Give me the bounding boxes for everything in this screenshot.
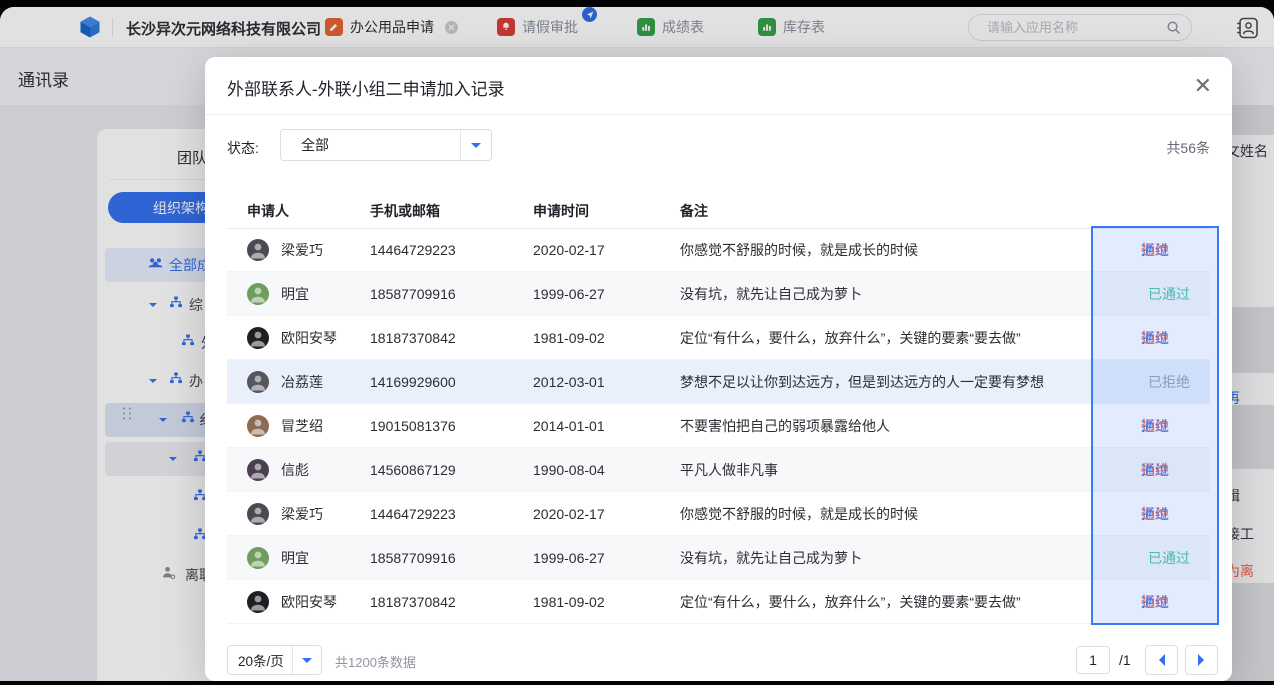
apply-date: 2012-03-01 — [533, 374, 605, 390]
actions-cell: 通过拒绝 — [1093, 404, 1217, 448]
note-text: 定位“有什么，要什么，放弃什么”，关键的要素“要去做” — [680, 592, 1021, 612]
next-page-button[interactable] — [1185, 645, 1218, 675]
table-row: 冶荔莲 14169929600 2012-03-01 梦想不足以让你到达远方，但是到达… — [227, 360, 1210, 404]
screen: 长沙异次元网络科技有限公司 办公用品申请请假审批成绩表库存表 通讯录 — [0, 0, 1274, 685]
avatar — [247, 591, 269, 613]
table-row: 欧阳安琴 18187370842 1981-09-02 定位“有什么，要什么，放弃什么… — [227, 316, 1210, 360]
note-text: 没有坑，就先让自己成为萝卜 — [680, 548, 862, 568]
actions-cell: 通过拒绝 — [1093, 316, 1217, 360]
avatar — [247, 371, 269, 393]
prev-page-button[interactable] — [1145, 645, 1178, 675]
contact-value: 18187370842 — [370, 330, 456, 346]
data-total-label: 共1200条数据 — [335, 652, 416, 671]
applicant-name: 冶荔莲 — [281, 372, 323, 392]
column-header-note: 备注 — [680, 201, 708, 221]
avatar — [247, 415, 269, 437]
page-size-select[interactable]: 20条/页 — [227, 645, 322, 675]
contact-value: 14464729223 — [370, 242, 456, 258]
status-badge: 已通过 — [1148, 548, 1190, 568]
applicant-name: 欧阳安琴 — [281, 328, 337, 348]
actions-cell: 已通过 — [1093, 536, 1217, 580]
arrow-left-icon — [1153, 654, 1165, 666]
contact-value: 19015081376 — [370, 418, 456, 434]
table-row: 梁爱巧 14464729223 2020-02-17 你感觉不舒服的时候，就是成长的时… — [227, 228, 1210, 272]
status-select-value: 全部 — [281, 135, 460, 155]
apply-date: 2020-02-17 — [533, 506, 605, 522]
note-text: 不要害怕把自己的弱项暴露给他人 — [680, 416, 890, 436]
apply-date: 1999-06-27 — [533, 550, 605, 566]
apply-date: 1999-06-27 — [533, 286, 605, 302]
contact-value: 14560867129 — [370, 462, 456, 478]
approval-records-modal: 外部联系人-外联小组二申请加入记录 ✕ 状态: 全部 共56条 申请人 手机或邮… — [205, 57, 1232, 681]
applicant-name: 明宜 — [281, 284, 309, 304]
reject-button[interactable]: 拒绝 — [1141, 328, 1169, 348]
note-text: 梦想不足以让你到达远方，但是到达远方的人一定要有梦想 — [680, 372, 1044, 392]
reject-button[interactable]: 拒绝 — [1141, 504, 1169, 524]
table-row: 信彪145608671291990-08-04平凡人做非凡事通过拒绝 — [227, 448, 1210, 492]
modal-divider — [205, 114, 1232, 115]
table-row: 明宜 18587709916 1999-06-27 没有坑，就先让自己成为萝卜 已通过 — [227, 272, 1210, 316]
contact-value: 14169929600 — [370, 374, 456, 390]
status-select[interactable]: 全部 — [280, 129, 492, 161]
applicant-name: 梁爱巧 — [281, 504, 323, 524]
reject-button[interactable]: 拒绝 — [1141, 240, 1169, 260]
apply-date: 1981-09-02 — [533, 330, 605, 346]
contact-value: 18187370842 — [370, 594, 456, 610]
note-text: 你感觉不舒服的时候，就是成长的时候 — [680, 504, 918, 524]
table-row: 梁爱巧 14464729223 2020-02-17 你感觉不舒服的时候，就是成长的时… — [227, 492, 1210, 536]
contact-value: 14464729223 — [370, 506, 456, 522]
column-header-date: 申请时间 — [533, 201, 589, 221]
table-row: 明宜 18587709916 1999-06-27 没有坑，就先让自己成为萝卜 已通过 — [227, 536, 1210, 580]
apply-date: 2020-02-17 — [533, 242, 605, 258]
reject-button[interactable]: 拒绝 — [1141, 592, 1169, 612]
avatar — [247, 459, 269, 481]
apply-date: 1990-08-04 — [533, 462, 605, 478]
apply-date: 1981-09-02 — [533, 594, 605, 610]
page-size-value: 20条/页 — [228, 650, 292, 670]
note-text: 平凡人做非凡事 — [680, 460, 778, 480]
actions-cell: 通过拒绝 — [1093, 492, 1217, 536]
applicant-name: 信彪 — [281, 460, 309, 480]
contact-value: 18587709916 — [370, 286, 456, 302]
apply-date: 2014-01-01 — [533, 418, 605, 434]
table-row: 冒芝绍190150813762014-01-01不要害怕把自己的弱项暴露给他人通… — [227, 404, 1210, 448]
status-badge: 已拒绝 — [1148, 372, 1190, 392]
table-header: 申请人 手机或邮箱 申请时间 备注 — [227, 190, 1210, 229]
modal-title: 外部联系人-外联小组二申请加入记录 — [227, 75, 505, 100]
applicant-name: 欧阳安琴 — [281, 592, 337, 612]
chevron-down-icon — [292, 646, 321, 674]
column-header-applicant: 申请人 — [247, 201, 289, 221]
avatar — [247, 547, 269, 569]
actions-cell: 通过拒绝 — [1093, 228, 1217, 272]
actions-cell: 通过拒绝 — [1093, 448, 1217, 492]
actions-cell: 已拒绝 — [1093, 360, 1217, 404]
page-number-input[interactable] — [1076, 646, 1110, 674]
applicant-name: 梁爱巧 — [281, 240, 323, 260]
records-count: 共56条 — [1166, 138, 1210, 158]
reject-button[interactable]: 拒绝 — [1141, 460, 1169, 480]
avatar — [247, 283, 269, 305]
table-row: 欧阳安琴 18187370842 1981-09-02 定位“有什么，要什么，放弃什么… — [227, 580, 1210, 624]
contact-value: 18587709916 — [370, 550, 456, 566]
status-filter-label: 状态: — [227, 138, 259, 158]
avatar — [247, 327, 269, 349]
column-header-contact: 手机或邮箱 — [370, 201, 440, 221]
page-total-label: /1 — [1119, 652, 1131, 668]
avatar — [247, 239, 269, 261]
note-text: 定位“有什么，要什么，放弃什么”，关键的要素“要去做” — [680, 328, 1021, 348]
arrow-right-icon — [1198, 654, 1210, 666]
reject-button[interactable]: 拒绝 — [1141, 416, 1169, 436]
applicant-name: 明宜 — [281, 548, 309, 568]
status-badge: 已通过 — [1148, 284, 1190, 304]
note-text: 没有坑，就先让自己成为萝卜 — [680, 284, 862, 304]
chevron-down-icon — [460, 130, 491, 160]
avatar — [247, 503, 269, 525]
actions-cell: 已通过 — [1093, 272, 1217, 316]
applicant-name: 冒芝绍 — [281, 416, 323, 436]
actions-cell: 通过拒绝 — [1093, 580, 1217, 624]
close-icon[interactable]: ✕ — [1190, 71, 1216, 101]
note-text: 你感觉不舒服的时候，就是成长的时候 — [680, 240, 918, 260]
